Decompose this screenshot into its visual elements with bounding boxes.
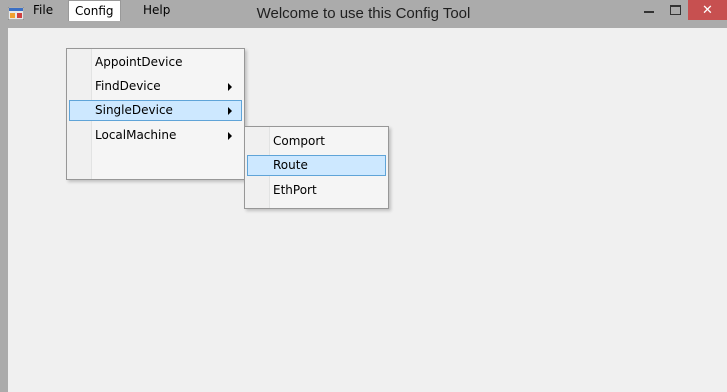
menu-item-label: AppointDevice	[95, 55, 183, 69]
menu-item-ethport[interactable]: EthPort	[247, 180, 386, 201]
close-icon: ✕	[702, 2, 713, 18]
minimize-button[interactable]	[636, 0, 662, 20]
config-dropdown: AppointDevice FindDevice SingleDevice Lo…	[66, 48, 245, 180]
menu-item-label: LocalMachine	[95, 128, 177, 142]
chevron-right-icon	[228, 132, 232, 140]
app-window: Welcome to use this Config Tool ✕ File C…	[0, 0, 727, 392]
menu-file[interactable]: File	[26, 1, 60, 20]
menu-help[interactable]: Help	[136, 1, 177, 20]
menu-item-comport[interactable]: Comport	[247, 131, 386, 152]
menu-bar	[8, 28, 727, 50]
menu-item-label: Route	[273, 158, 308, 172]
menu-item-route[interactable]: Route	[247, 155, 386, 176]
chevron-right-icon	[228, 107, 232, 115]
close-button[interactable]: ✕	[688, 0, 727, 20]
menu-item-label: EthPort	[273, 183, 317, 197]
menu-item-appointdevice[interactable]: AppointDevice	[69, 52, 242, 73]
menu-item-label: Comport	[273, 134, 326, 148]
menu-item-singledevice[interactable]: SingleDevice	[69, 100, 242, 121]
menu-item-localmachine[interactable]: LocalMachine	[69, 125, 242, 146]
minimize-icon	[644, 11, 654, 13]
maximize-button[interactable]	[662, 0, 688, 20]
menu-item-label: SingleDevice	[95, 103, 173, 117]
maximize-icon	[669, 5, 681, 15]
menu-item-finddevice[interactable]: FindDevice	[69, 76, 242, 97]
menu-config[interactable]: Config	[68, 0, 121, 21]
menu-item-label: FindDevice	[95, 79, 161, 93]
chevron-right-icon	[228, 83, 232, 91]
singledevice-submenu: Comport Route EthPort	[244, 126, 389, 209]
